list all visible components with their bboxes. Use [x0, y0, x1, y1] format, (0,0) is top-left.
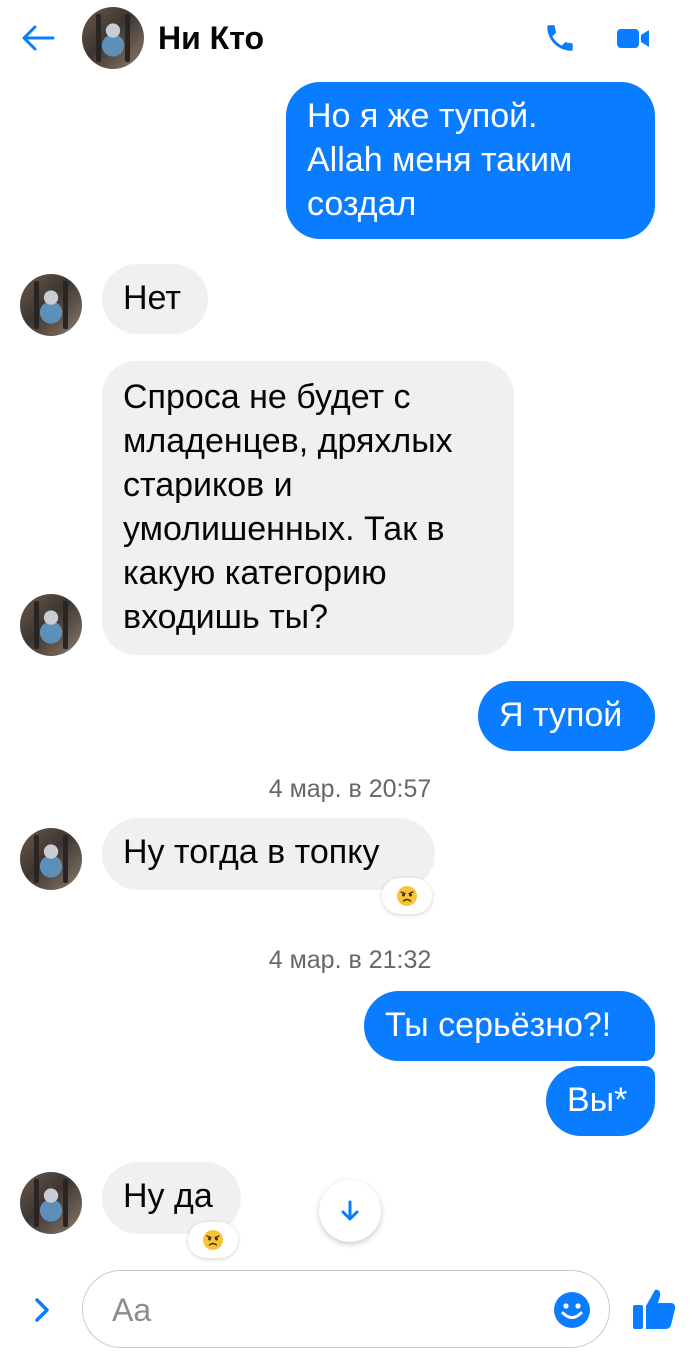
- message-bubble-outgoing[interactable]: Ты серьёзно?!: [364, 991, 655, 1061]
- message-text: Ты серьёзно?!: [385, 1006, 612, 1044]
- message-line: младенцев, дряхлых: [123, 422, 453, 460]
- message-line: умолишенных. Так в: [123, 510, 445, 548]
- message-line: Спроса не будет с: [123, 378, 411, 416]
- chevron-right-icon: [35, 1298, 49, 1322]
- message-text: Ну тогда в топку: [123, 833, 380, 871]
- message-reaction[interactable]: [188, 1222, 238, 1258]
- sender-avatar[interactable]: [20, 828, 82, 890]
- message-text: Ну да: [123, 1177, 213, 1215]
- message-bubble-incoming[interactable]: Нет: [102, 264, 208, 334]
- message-line: какую категорию: [123, 554, 387, 592]
- voice-call-button[interactable]: [538, 16, 582, 60]
- message-bubble-incoming[interactable]: Ну тогда в топку: [102, 818, 435, 890]
- like-button[interactable]: [628, 1283, 680, 1335]
- message-bubble-incoming[interactable]: Спроса не будет с младенцев, дряхлых ста…: [102, 361, 514, 655]
- timestamp: 4 мар. в 21:32: [268, 946, 432, 974]
- angry-face-icon: [397, 886, 417, 906]
- video-camera-icon: [617, 29, 649, 48]
- angry-face-icon: [203, 1230, 223, 1250]
- message-bubble-outgoing[interactable]: Вы*: [546, 1066, 655, 1136]
- message-input[interactable]: [82, 1270, 610, 1348]
- arrow-left-icon: [22, 25, 55, 51]
- phone-icon: [547, 25, 573, 51]
- message-bubble-outgoing[interactable]: Но я же тупой. Allaһ меня таким создал: [286, 82, 655, 239]
- sender-avatar[interactable]: [20, 274, 82, 336]
- expand-actions-button[interactable]: [22, 1288, 62, 1332]
- message-line: Allaһ меня таким: [307, 141, 573, 179]
- video-call-button[interactable]: [612, 16, 656, 60]
- message-text: Я тупой: [499, 696, 623, 734]
- message-line: входишь ты?: [123, 598, 329, 636]
- message-input-placeholder: Aa: [112, 1292, 152, 1328]
- sender-avatar[interactable]: [20, 594, 82, 656]
- scroll-to-bottom-button[interactable]: [319, 1180, 381, 1242]
- thumbs-up-icon: [633, 1289, 676, 1329]
- message-line: Но я же тупой.: [307, 97, 538, 135]
- contact-avatar[interactable]: [82, 7, 144, 69]
- arrow-down-icon: [341, 1200, 359, 1221]
- message-line: создал: [307, 185, 417, 223]
- sender-avatar[interactable]: [20, 1172, 82, 1234]
- back-button[interactable]: [18, 18, 58, 58]
- contact-name[interactable]: Ни Кто: [158, 18, 264, 58]
- message-line: стариков и: [123, 466, 293, 504]
- message-bubble-outgoing[interactable]: Я тупой: [478, 681, 655, 751]
- emoji-button[interactable]: [550, 1288, 594, 1332]
- timestamp: 4 мар. в 20:57: [268, 775, 432, 803]
- smiley-icon: [554, 1292, 590, 1328]
- message-reaction[interactable]: [382, 878, 432, 914]
- message-text: Нет: [123, 279, 181, 317]
- message-text: Вы*: [567, 1081, 628, 1119]
